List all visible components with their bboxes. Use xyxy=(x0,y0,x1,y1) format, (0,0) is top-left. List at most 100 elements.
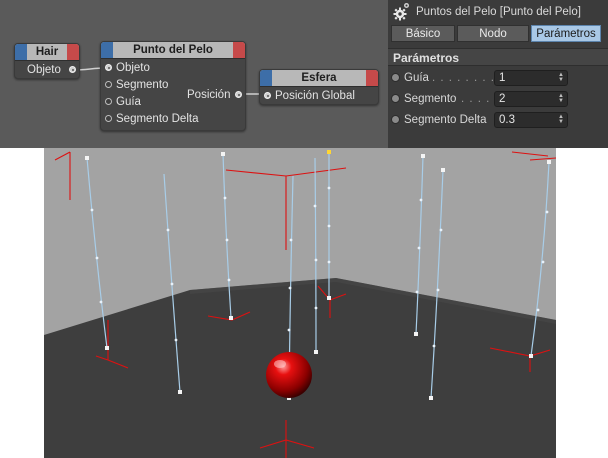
hair-point xyxy=(223,196,227,200)
input-port-segmento-delta[interactable] xyxy=(105,115,112,122)
section-header-parametros: Parámetros xyxy=(388,48,608,66)
output-cap xyxy=(67,44,79,60)
segmento-delta-field[interactable] xyxy=(494,112,568,128)
hair-tip xyxy=(178,390,182,394)
hair-point xyxy=(288,286,292,290)
port-label-posicion-global: Posición Global xyxy=(275,90,355,102)
port-label-guia: Guía xyxy=(116,96,141,108)
spinner-arrows-icon[interactable]: ▲ ▼ xyxy=(558,114,565,125)
tab-nodo[interactable]: Nodo xyxy=(457,25,529,42)
node-esfera[interactable]: Esfera Posición Global xyxy=(259,69,379,105)
node-hair[interactable]: Hair Objeto xyxy=(14,43,80,79)
attributes-panel: Puntos del Pelo [Punto del Pelo] Básico … xyxy=(388,0,608,148)
hair-point xyxy=(327,224,331,228)
tab-basico[interactable]: Básico xyxy=(391,25,455,42)
hair-tip xyxy=(327,296,331,300)
spinner-arrows-icon[interactable]: ▲ ▼ xyxy=(558,72,565,83)
input-port-posicion-global[interactable] xyxy=(264,92,271,99)
param-label-segmento: Segmento xyxy=(404,93,457,105)
port-row-segmento-delta: Segmento Delta xyxy=(116,111,198,127)
3d-viewport[interactable] xyxy=(44,148,556,458)
node-esfera-title: Esfera xyxy=(301,72,337,84)
input-cap xyxy=(260,70,272,86)
hair-root xyxy=(547,160,551,164)
hair-point xyxy=(536,308,540,312)
port-label-objeto: Objeto xyxy=(116,62,150,74)
sphere-highlight xyxy=(274,360,286,368)
hair-point xyxy=(419,198,423,202)
port-row-objeto: Objeto xyxy=(27,62,61,78)
hair-point xyxy=(545,210,549,214)
hair-point xyxy=(90,208,94,212)
node-punto-del-pelo[interactable]: Punto del Pelo Objeto Segmento Guía Segm… xyxy=(100,41,246,131)
hair-point xyxy=(327,260,331,264)
param-row-guia: Guía . . . . . . . . . . ▲▼ xyxy=(388,69,608,87)
hair-point xyxy=(287,328,291,332)
hair-point xyxy=(439,228,443,232)
param-label-segmento-delta: Segmento Delta xyxy=(404,114,487,126)
output-cap xyxy=(233,42,245,58)
hair-point xyxy=(314,258,318,262)
port-row-posicion-global: Posición Global xyxy=(275,88,355,104)
hair-point xyxy=(227,278,231,282)
input-port-guia[interactable] xyxy=(105,98,112,105)
hair-point xyxy=(313,204,317,208)
port-row-segmento: Segmento xyxy=(116,77,168,93)
hair-point xyxy=(95,256,99,260)
hair-point xyxy=(225,238,229,242)
hair-tip xyxy=(429,396,433,400)
param-row-segmento-delta: Segmento Delta ▲▼ xyxy=(388,111,608,129)
node-hair-header[interactable]: Hair xyxy=(15,44,79,61)
hair-point xyxy=(166,228,170,232)
hair-point xyxy=(99,300,103,304)
hair-root xyxy=(421,154,425,158)
bbox-line xyxy=(54,151,71,200)
hair-point xyxy=(436,288,440,292)
animate-radio-segmento-delta[interactable] xyxy=(391,115,400,124)
port-row-objeto: Objeto xyxy=(116,60,150,76)
gear-icon[interactable] xyxy=(392,2,410,22)
tab-parametros[interactable]: Parámetros xyxy=(531,25,601,42)
hair-root xyxy=(327,150,331,154)
hair-point xyxy=(314,306,318,310)
animate-radio-segmento[interactable] xyxy=(391,94,400,103)
attributes-title-bar: Puntos del Pelo [Punto del Pelo] xyxy=(388,0,608,24)
hair-tip xyxy=(414,332,418,336)
node-punto-title: Punto del Pelo xyxy=(133,44,213,56)
viewport-scene[interactable] xyxy=(44,148,556,458)
hair-point xyxy=(415,290,419,294)
hair-tip xyxy=(105,346,109,350)
animate-radio-guia[interactable] xyxy=(391,73,400,82)
hair-point xyxy=(417,246,421,250)
param-row-segmento: Segmento . . . . . ▲▼ xyxy=(388,90,608,108)
hair-point xyxy=(170,282,174,286)
port-label-segmento: Segmento xyxy=(116,79,169,91)
hair-point xyxy=(174,338,178,342)
input-cap xyxy=(101,42,113,58)
output-cap xyxy=(366,70,378,86)
red-sphere xyxy=(266,352,312,398)
param-label-guia: Guía xyxy=(404,72,429,84)
segmento-field[interactable] xyxy=(494,91,568,107)
input-port-segmento[interactable] xyxy=(105,81,112,88)
node-esfera-header[interactable]: Esfera xyxy=(260,70,378,87)
hair-tip xyxy=(229,316,233,320)
hair-point xyxy=(289,238,293,242)
node-punto-header[interactable]: Punto del Pelo xyxy=(101,42,245,59)
spinner-arrows-icon[interactable]: ▲ ▼ xyxy=(558,93,565,104)
hair-tip xyxy=(529,354,533,358)
output-port-objeto[interactable] xyxy=(69,66,76,73)
node-editor[interactable]: Hair Objeto Punto del Pelo Objeto Segmen… xyxy=(0,0,388,148)
hair-root xyxy=(441,168,445,172)
input-port-objeto[interactable] xyxy=(105,64,112,71)
port-row-guia: Guía xyxy=(116,94,141,110)
bbox-line xyxy=(511,151,556,161)
output-port-posicion[interactable] xyxy=(235,91,242,98)
port-label-posicion: Posición xyxy=(187,89,231,101)
attributes-title: Puntos del Pelo [Punto del Pelo] xyxy=(416,6,581,18)
hair-point xyxy=(327,186,331,190)
guia-field[interactable] xyxy=(494,70,568,86)
hair-point xyxy=(432,344,436,348)
port-label-objeto: Objeto xyxy=(27,64,61,76)
hair-point xyxy=(541,260,545,264)
